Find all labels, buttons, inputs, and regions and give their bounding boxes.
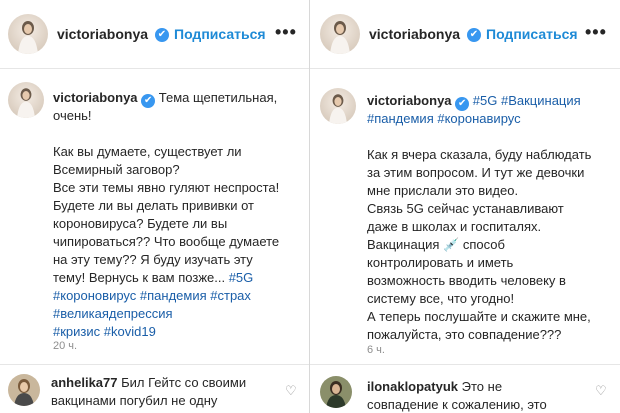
caption-text: короновируса? Будете ли вы (53, 216, 228, 231)
hashtag-link[interactable]: #коронавирус (437, 111, 520, 126)
divider (0, 68, 310, 69)
commenter-avatar[interactable] (320, 376, 352, 408)
hashtag-link[interactable]: #пандемия (367, 111, 434, 126)
more-options-icon[interactable]: ••• (585, 22, 607, 43)
caption-text: мне прислали это видео. (367, 183, 519, 198)
caption-text: А теперь послушайте и скажите мне, (367, 309, 591, 324)
caption-text: Вакцинация (367, 237, 444, 252)
post-panel-right: victoriabonya ✔ Подписаться ••• victoria… (310, 0, 620, 413)
divider (0, 364, 310, 365)
verified-badge-icon: ✔ (467, 28, 481, 42)
comment-username[interactable]: ilonaklopatyuk (367, 379, 458, 394)
caption-text: Все эти темы явно гуляют неспроста! (53, 180, 280, 195)
post-header: victoriabonya ✔ Подписаться ••• (310, 0, 620, 68)
caption-text: очень! (53, 108, 92, 123)
caption-text: систему все, что угодно! (367, 291, 515, 306)
avatar[interactable] (320, 14, 360, 54)
post-timestamp[interactable]: 6 ч. (367, 344, 385, 356)
header-username[interactable]: victoriabonya (57, 26, 148, 42)
hashtag-link[interactable]: #великаядепрессия (53, 306, 173, 321)
hashtag-link[interactable]: #короновирус (53, 288, 136, 303)
verified-badge-icon: ✔ (141, 94, 156, 108)
caption-text: Как я вчера сказала, буду наблюдать (367, 147, 592, 162)
caption-text: за этим вопросом. И тут же девочки (367, 165, 585, 180)
verified-badge-icon: ✔ (455, 97, 470, 111)
comment-text: совпадение к сожалению, это (367, 397, 547, 412)
follow-button[interactable]: Подписаться (174, 26, 266, 42)
comment-text: вакцинами погубил не одну (51, 393, 218, 408)
post-caption: victoriabonya ✔ #5G #Вакцинация #пандеми… (367, 92, 591, 344)
caption-text: контролировать и иметь (367, 255, 514, 270)
comment: ilonaklopatyuk Это не совпадение к сожал… (367, 378, 547, 413)
avatar-image-icon (8, 14, 48, 54)
like-heart-icon[interactable]: ♡ (285, 383, 297, 399)
caption-text: тему! Вернусь к вам позже... (53, 270, 229, 285)
caption-text: возможность вводить человеку в (367, 273, 566, 288)
caption-avatar[interactable] (320, 88, 356, 124)
caption-text: пожалуйста, это совпадение??? (367, 327, 562, 342)
caption-text: Тема щепетильная, (155, 90, 278, 105)
verified-badge-icon: ✔ (155, 28, 169, 42)
post-panel-left: victoriabonya ✔ Подписаться ••• victoria… (0, 0, 310, 413)
caption-text: Связь 5G сейчас устанавливают (367, 201, 564, 216)
syringe-icon: 💉 (443, 237, 460, 252)
comment: anhelika77 Бил Гейтс со своими вакцинами… (51, 374, 246, 410)
avatar-image-icon (320, 376, 352, 408)
avatar-image-icon (320, 14, 360, 54)
comment-text: Это не (458, 379, 503, 394)
avatar-image-icon (320, 88, 356, 124)
caption-text: Будете ли вы делать прививки от (53, 198, 254, 213)
commenter-avatar[interactable] (8, 374, 40, 406)
post-timestamp[interactable]: 20 ч. (53, 340, 77, 352)
hashtag-link[interactable]: #kovid19 (104, 324, 156, 339)
follow-button[interactable]: Подписаться (486, 26, 578, 42)
divider (310, 68, 620, 69)
post-header: victoriabonya ✔ Подписаться ••• (0, 0, 310, 68)
caption-text: чипироваться?? Что вообще думаете (53, 234, 280, 249)
caption-text: на эту тему?? Я буду изучать эту (53, 252, 253, 267)
hashtag-link[interactable]: #5G (229, 270, 254, 285)
hashtag-link[interactable]: #5G (473, 93, 498, 108)
hashtag-link[interactable]: #Вакцинация (501, 93, 581, 108)
avatar-image-icon (8, 374, 40, 406)
comment-text: Бил Гейтс со своими (117, 375, 247, 390)
hashtag-link[interactable]: #пандемия (140, 288, 207, 303)
header-username[interactable]: victoriabonya (369, 26, 460, 42)
divider (310, 364, 620, 365)
caption-text: Как вы думаете, существует ли (53, 144, 242, 159)
post-caption: victoriabonya ✔ Тема щепетильная, очень!… (53, 89, 279, 341)
caption-text: способ (459, 237, 505, 252)
caption-username[interactable]: victoriabonya (53, 90, 138, 105)
more-options-icon[interactable]: ••• (275, 22, 297, 43)
caption-text: Всемирный заговор? (53, 162, 180, 177)
like-heart-icon[interactable]: ♡ (595, 383, 607, 399)
comment-username[interactable]: anhelika77 (51, 375, 118, 390)
caption-text: даже в школах и госпиталях. (367, 219, 542, 234)
hashtag-link[interactable]: #страх (210, 288, 251, 303)
avatar-image-icon (8, 82, 44, 118)
caption-username[interactable]: victoriabonya (367, 93, 452, 108)
caption-avatar[interactable] (8, 82, 44, 118)
hashtag-link[interactable]: #кризис (53, 324, 100, 339)
avatar[interactable] (8, 14, 48, 54)
